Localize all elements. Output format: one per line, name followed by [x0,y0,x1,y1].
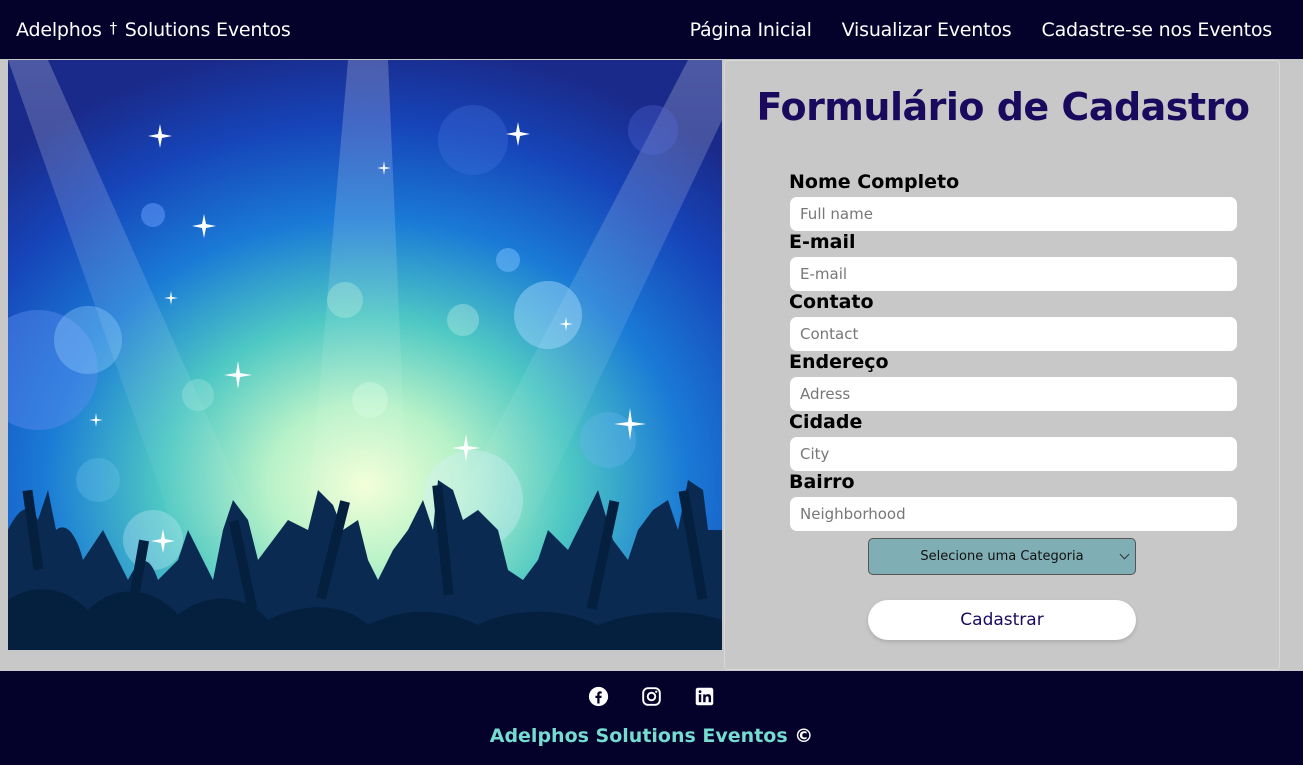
city-input[interactable] [790,437,1237,471]
neighborhood-label: Bairro [789,471,855,493]
footer: Adelphos Solutions Eventos © [0,671,1303,765]
instagram-icon[interactable] [641,686,662,707]
category-select[interactable]: Selecione uma Categoria [868,538,1136,575]
nav-home-link[interactable]: Página Inicial [690,19,812,41]
navbar: Adelphos † Solutions Eventos Página Inic… [0,0,1303,59]
form-title: Formulário de Cadastro [756,85,1250,129]
contact-label: Contato [789,291,874,313]
linkedin-icon[interactable] [694,686,715,707]
facebook-icon[interactable] [588,686,609,707]
email-label: E-mail [789,231,856,253]
social-links [0,686,1303,707]
submit-button[interactable]: Cadastrar [868,600,1136,640]
city-label: Cidade [789,411,863,433]
full-name-label: Nome Completo [789,171,960,193]
email-input[interactable] [790,257,1237,291]
brand-name-right: Solutions Eventos [124,18,291,41]
registration-form-panel: Formulário de Cadastro Nome Completo E-m… [724,60,1280,670]
brand-name-left: Adelphos [16,18,102,41]
neighborhood-input[interactable] [790,497,1237,531]
footer-copyright: Adelphos Solutions Eventos © [0,725,1303,747]
address-label: Endereço [789,351,889,373]
full-name-input[interactable] [790,197,1237,231]
category-select-wrapper: Selecione uma Categoria [868,538,1136,575]
footer-brand: Adelphos Solutions Eventos [489,725,788,747]
hero-concert-image [8,60,722,650]
copyright-symbol: © [794,725,814,747]
nav-register-events-link[interactable]: Cadastre-se nos Eventos [1042,19,1273,41]
nav-links: Página Inicial Visualizar Eventos Cadast… [690,19,1287,41]
contact-input[interactable] [790,317,1237,351]
address-input[interactable] [790,377,1237,411]
cross-icon: † [109,18,118,37]
nav-view-events-link[interactable]: Visualizar Eventos [842,19,1012,41]
brand-logo[interactable]: Adelphos † Solutions Eventos [16,19,291,41]
